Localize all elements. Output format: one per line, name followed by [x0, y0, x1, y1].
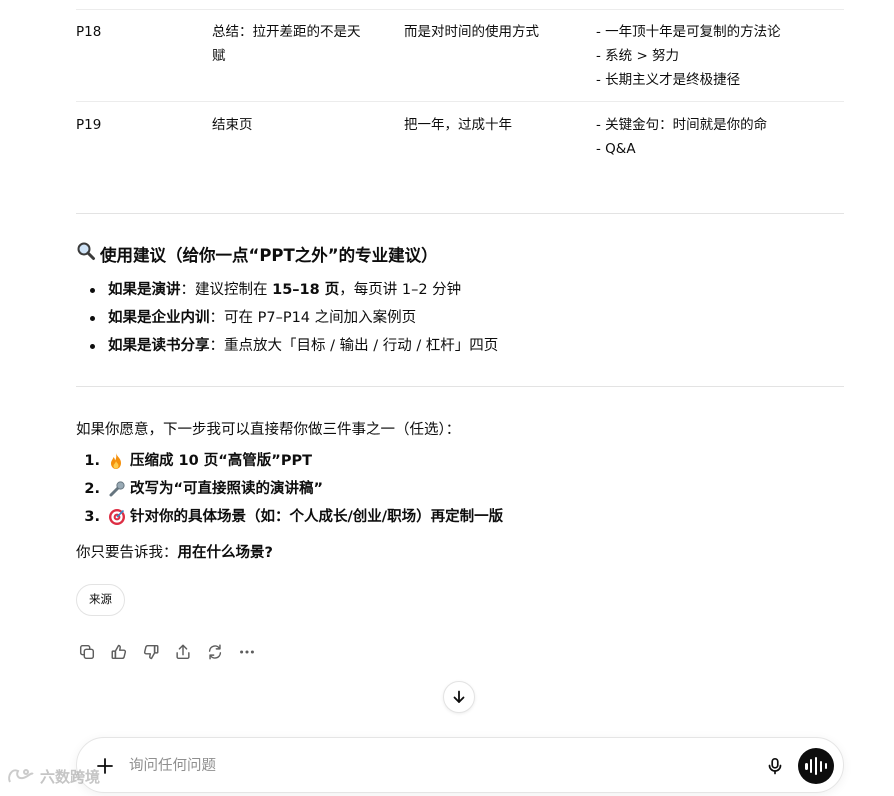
table-cell-title: 总结：拉开差距的不是天 赋 [212, 24, 361, 64]
section-divider [76, 386, 844, 387]
table-divider [76, 9, 844, 10]
table-cell-subtitle: 把一年，过成十年 [404, 117, 512, 133]
offer-options: 1. 压缩成 10 页“高管版”PPT 2. 改写为“可直接照读的演讲稿” 3. [76, 447, 503, 531]
regenerate-icon[interactable] [204, 641, 226, 663]
arrow-down-icon [453, 690, 465, 703]
section-divider [76, 213, 844, 214]
list-item: 3. 针对你的具体场景（如：个人成长/创业/职场）再定制一版 [84, 508, 504, 526]
suggestions-heading: 使用建议（给你一点“PPT之外”的专业建议） [76, 241, 438, 270]
table-row: P19 结束页 把一年，过成十年 - 关键金句：时间就是你的命 - Q&A [76, 113, 844, 173]
more-icon[interactable] [236, 641, 258, 663]
sources-button[interactable]: 来源 [76, 584, 125, 616]
fire-icon [108, 452, 130, 470]
copy-icon[interactable] [76, 641, 98, 663]
suggestions-list: 如果是演讲：建议控制在 15–18 页，每页讲 1–2 分钟 如果是企业内训：可… [76, 276, 498, 360]
prompt-input[interactable] [129, 752, 729, 780]
thumbs-up-icon[interactable] [108, 641, 130, 663]
voice-mode-button[interactable] [798, 748, 834, 784]
list-item: 如果是演讲：建议控制在 15–18 页，每页讲 1–2 分钟 [76, 276, 498, 304]
list-item: 如果是企业内训：可在 P7–P14 之间加入案例页 [76, 304, 498, 332]
message-actions [76, 641, 258, 663]
target-icon [108, 508, 130, 526]
list-item: 如果是读书分享：重点放大「目标 / 输出 / 行动 / 杠杆」四页 [76, 332, 498, 360]
ask-line: 你只要告诉我：用在什么场景? [76, 545, 273, 561]
message-composer [76, 737, 844, 793]
list-item: 1. 压缩成 10 页“高管版”PPT [84, 452, 312, 470]
table-row: P18 总结：拉开差距的不是天 赋 而是对时间的使用方式 - 一年顶十年是可复制… [76, 20, 844, 102]
watermark-logo-icon [8, 769, 34, 783]
table-cell-points: - 一年顶十年是可复制的方法论 - 系统 > 努力 - 长期主义才是终极捷径 [596, 24, 781, 88]
watermark: 六数跨境 [6, 764, 100, 788]
table-cell-points: - 关键金句：时间就是你的命 - Q&A [596, 117, 768, 157]
scroll-to-bottom-button[interactable] [443, 681, 475, 713]
dictate-mic-icon[interactable] [763, 754, 787, 778]
table-cell-subtitle: 而是对时间的使用方式 [404, 24, 539, 40]
share-icon[interactable] [172, 641, 194, 663]
offer-intro: 如果你愿意，下一步我可以直接帮你做三件事之一（任选）： [76, 422, 461, 438]
table-cell-page: P18 [76, 24, 102, 40]
magnifier-icon [76, 241, 100, 270]
microphone-icon [108, 480, 130, 498]
thumbs-down-icon[interactable] [140, 641, 162, 663]
list-item: 2. 改写为“可直接照读的演讲稿” [84, 480, 324, 498]
table-cell-page: P19 [76, 117, 102, 133]
table-cell-title: 结束页 [212, 117, 253, 133]
